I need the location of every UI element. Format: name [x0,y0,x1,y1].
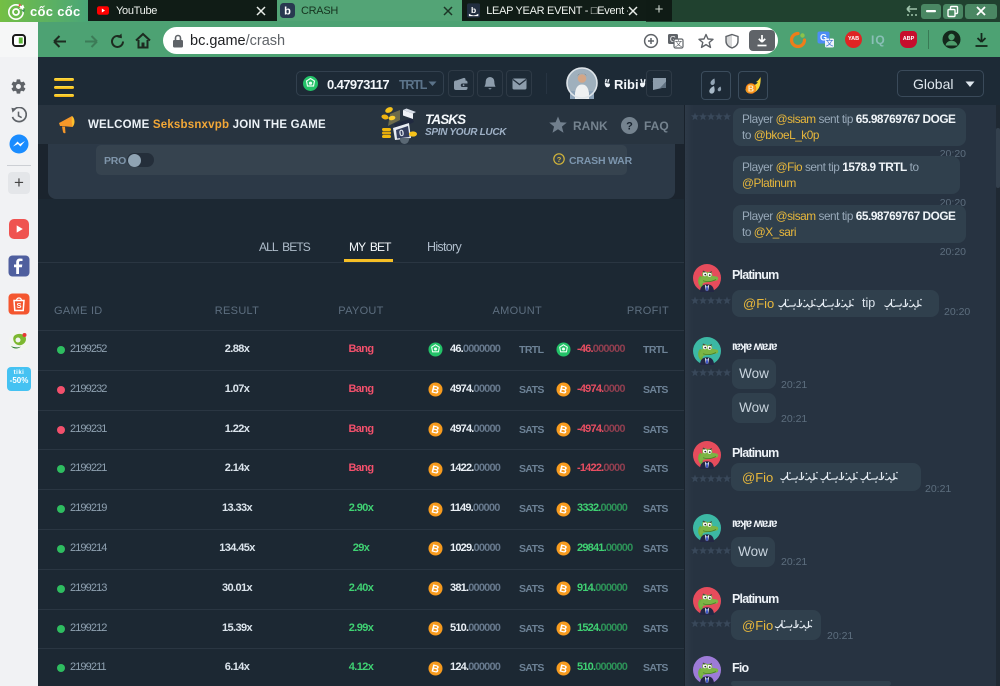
svg-text:文: 文 [826,38,834,48]
svg-text:?: ? [626,121,633,133]
svg-text:S: S [16,301,21,310]
svg-text:b: b [284,6,291,18]
svg-text:?: ? [557,155,562,164]
svg-text:B: B [748,83,754,93]
svg-text:b: b [471,5,476,15]
svg-text:文: 文 [675,38,683,48]
